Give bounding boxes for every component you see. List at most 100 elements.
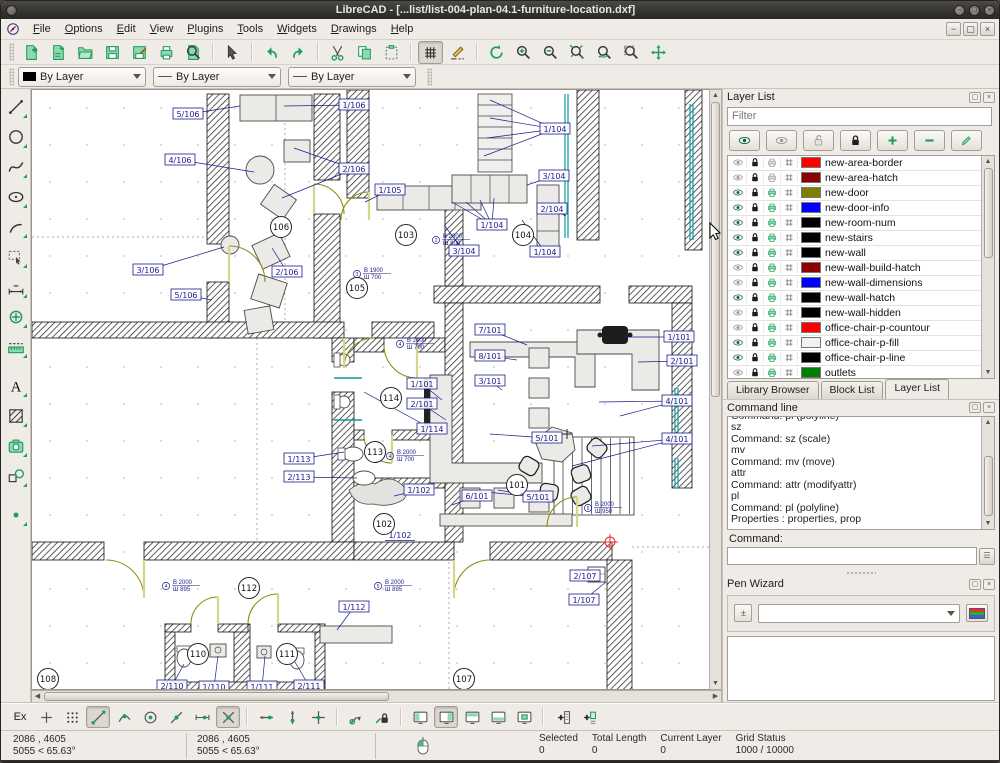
layer-scroll-thumb[interactable] — [984, 168, 993, 258]
layer-color-swatch[interactable] — [801, 217, 821, 228]
layer-visibility-toggle[interactable] — [730, 157, 747, 168]
layer-color-swatch[interactable] — [801, 247, 821, 258]
draw-circle-button[interactable] — [3, 123, 29, 150]
extra-tool-1-button[interactable] — [550, 706, 574, 728]
layer-print-toggle[interactable] — [764, 157, 781, 168]
pen-toolbar-end-handle[interactable] — [427, 68, 432, 86]
pen-toolbar-drag-handle[interactable] — [9, 68, 14, 86]
window-menu-button[interactable] — [6, 5, 17, 16]
command-panel-close-button[interactable]: × — [983, 402, 995, 413]
layer-print-toggle[interactable] — [764, 217, 781, 228]
zoom-previous-button[interactable] — [592, 41, 617, 64]
lock-relative-zero-button[interactable] — [370, 706, 394, 728]
layer-construction-toggle[interactable] — [781, 202, 798, 213]
layer-row[interactable]: new-wall — [728, 246, 994, 261]
drawing-canvas[interactable]: 5/1061/1064/1062/1061/1053/1062/1065/106… — [31, 89, 709, 690]
copy-button[interactable] — [352, 41, 377, 64]
layer-row[interactable]: new-room-num — [728, 216, 994, 231]
show-all-layers-button[interactable] — [729, 130, 760, 151]
title-bar[interactable]: LibreCAD - [...list/list-004-plan-04.1-f… — [1, 1, 999, 19]
menu-plugins[interactable]: Plugins — [180, 21, 230, 37]
draft-mode-button[interactable] — [445, 41, 470, 64]
layer-list-scrollbar[interactable]: ▲ ▼ — [981, 156, 994, 378]
open-drawing-button[interactable] — [73, 41, 98, 64]
layer-construction-toggle[interactable] — [781, 187, 798, 198]
layer-lock-toggle[interactable] — [747, 292, 764, 303]
snap-intersection-button[interactable] — [216, 706, 240, 728]
zoom-in-button[interactable] — [511, 41, 536, 64]
tab-layer-list[interactable]: Layer List — [885, 379, 949, 399]
layer-panel-close-button[interactable]: × — [983, 92, 995, 103]
layer-print-toggle[interactable] — [764, 202, 781, 213]
layer-construction-toggle[interactable] — [781, 292, 798, 303]
modify-layer-button[interactable] — [951, 130, 982, 151]
layer-print-toggle[interactable] — [764, 292, 781, 303]
draw-spline-button[interactable] — [3, 153, 29, 180]
layer-list[interactable]: new-area-bordernew-area-hatchnew-doornew… — [727, 155, 995, 379]
layer-print-toggle[interactable] — [764, 322, 781, 333]
window-maximize-button[interactable]: □ — [969, 5, 980, 16]
layer-lock-toggle[interactable] — [747, 262, 764, 273]
print-button[interactable] — [154, 41, 179, 64]
layer-color-swatch[interactable] — [801, 232, 821, 243]
layer-lock-toggle[interactable] — [747, 367, 764, 378]
window-close-button[interactable]: × — [984, 5, 995, 16]
menu-file[interactable]: File — [26, 21, 58, 37]
layer-visibility-toggle[interactable] — [730, 352, 747, 363]
snap-grid-button[interactable] — [60, 706, 84, 728]
block-tool-button[interactable] — [3, 462, 29, 489]
draw-line-button[interactable] — [3, 93, 29, 120]
dock-area-top-button[interactable] — [460, 706, 484, 728]
zoom-auto-button[interactable] — [565, 41, 590, 64]
layer-lock-toggle[interactable] — [747, 307, 764, 318]
cut-button[interactable] — [325, 41, 350, 64]
layer-color-swatch[interactable] — [801, 157, 821, 168]
select-tool-button[interactable] — [3, 243, 29, 270]
layer-color-swatch[interactable] — [801, 277, 821, 288]
layer-print-toggle[interactable] — [764, 277, 781, 288]
cmd-scroll-thumb[interactable] — [984, 456, 993, 516]
mdi-restore-button[interactable]: ▢ — [963, 22, 978, 36]
layer-color-swatch[interactable] — [801, 367, 821, 378]
menu-options[interactable]: Options — [58, 21, 110, 37]
layer-color-swatch[interactable] — [801, 352, 821, 363]
layer-row[interactable]: new-wall-build-hatch — [728, 261, 994, 276]
layer-construction-toggle[interactable] — [781, 172, 798, 183]
window-minimize-button[interactable]: − — [954, 5, 965, 16]
layer-row[interactable]: new-door-info — [728, 201, 994, 216]
dimension-tool-button[interactable] — [3, 273, 29, 300]
redo-button[interactable] — [286, 41, 311, 64]
layer-scroll-up[interactable]: ▲ — [983, 156, 994, 167]
layer-lock-toggle[interactable] — [747, 202, 764, 213]
dock-area-bottom-button[interactable] — [486, 706, 510, 728]
undo-button[interactable] — [259, 41, 284, 64]
layer-row[interactable]: office-chair-p-line — [728, 351, 994, 366]
layer-construction-toggle[interactable] — [781, 277, 798, 288]
layer-print-toggle[interactable] — [764, 352, 781, 363]
layer-construction-toggle[interactable] — [781, 352, 798, 363]
command-history-scrollbar[interactable]: ▲ ▼ — [981, 417, 994, 530]
menu-view[interactable]: View — [143, 21, 181, 37]
layer-row[interactable]: new-wall-hatch — [728, 291, 994, 306]
layer-lock-toggle[interactable] — [747, 217, 764, 228]
layer-print-toggle[interactable] — [764, 172, 781, 183]
dock-area-right-button[interactable] — [434, 706, 458, 728]
layer-color-swatch[interactable] — [801, 187, 821, 198]
layer-lock-toggle[interactable] — [747, 337, 764, 348]
restrict-orthogonal-button[interactable] — [306, 706, 330, 728]
mdi-minimize-button[interactable]: − — [946, 22, 961, 36]
layer-row[interactable]: new-door — [728, 186, 994, 201]
remove-layer-button[interactable] — [914, 130, 945, 151]
pen-wizard-close-button[interactable]: × — [983, 579, 995, 590]
pen-wizard-list[interactable] — [727, 636, 995, 701]
layer-print-toggle[interactable] — [764, 232, 781, 243]
new-drawing-button[interactable] — [19, 41, 44, 64]
zoom-pan-button[interactable] — [646, 41, 671, 64]
layer-row[interactable]: office-chair-p-countour — [728, 321, 994, 336]
pen-wizard-stepper-button[interactable]: ± — [734, 604, 752, 622]
scroll-left-arrow[interactable]: ◀ — [32, 691, 43, 702]
layer-construction-toggle[interactable] — [781, 337, 798, 348]
layer-visibility-toggle[interactable] — [730, 217, 747, 228]
hatch-tool-button[interactable] — [3, 402, 29, 429]
print-preview-button[interactable] — [181, 41, 206, 64]
